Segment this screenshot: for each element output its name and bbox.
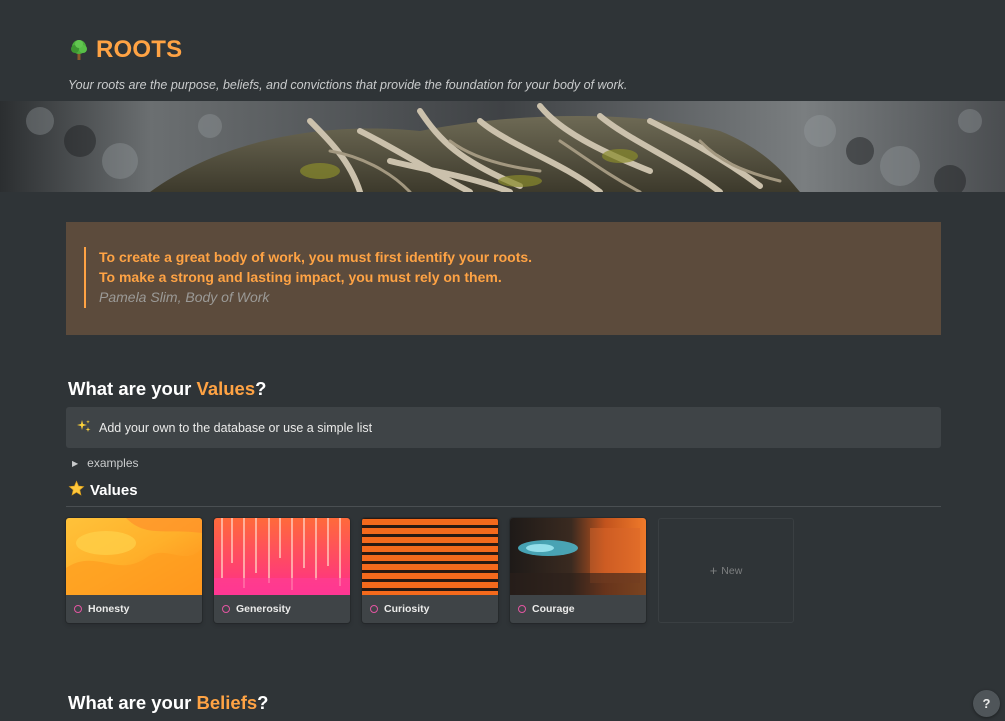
card-label-row: Courage [518,603,575,615]
beliefs-heading-accent: Beliefs [196,692,258,713]
values-heading-accent: Values [196,378,256,399]
card-cover-image [66,518,202,595]
quote-block: To create a great body of work, you must… [84,247,532,308]
toggle-triangle-icon[interactable]: ▶ [72,459,78,468]
examples-toggle[interactable]: ▶ examples [72,456,139,470]
sparkles-icon [77,419,91,436]
card-title[interactable]: Curiosity [384,603,430,615]
plus-icon: + [709,563,718,578]
value-card-curiosity[interactable]: Curiosity [362,518,498,623]
tree-icon[interactable] [68,39,90,61]
quote-line-2: To make a strong and lasting impact, you… [99,269,502,285]
beliefs-heading-prefix: What are your [68,692,197,713]
card-label-row: Generosity [222,603,291,615]
values-heading-suffix: ? [255,378,267,399]
values-database-header: Values [68,480,138,501]
card-cover-image [362,518,498,595]
title-row: ROOTS [68,36,965,64]
card-label-row: Curiosity [370,603,430,615]
database-title[interactable]: Values [90,482,138,499]
status-ring-icon [370,605,378,613]
page-title[interactable]: ROOTS [96,36,182,64]
callout-text: Add your own to the database or use a si… [99,420,373,435]
values-gallery: Honesty Generosity Curiosity Courage + N… [66,518,794,623]
star-icon [68,480,85,501]
new-card-button[interactable]: + New [658,518,794,623]
cover-banner-image [0,101,1005,192]
card-title[interactable]: Generosity [236,603,291,615]
quote-callout: To create a great body of work, you must… [66,222,941,335]
status-ring-icon [74,605,82,613]
page-header: ROOTS Your roots are the purpose, belief… [68,36,965,92]
status-ring-icon [222,605,230,613]
value-card-honesty[interactable]: Honesty [66,518,202,623]
value-card-courage[interactable]: Courage [510,518,646,623]
beliefs-heading: What are your Beliefs? [68,692,268,714]
values-heading-prefix: What are your [68,378,197,399]
page-subtitle: Your roots are the purpose, beliefs, and… [68,78,628,92]
database-divider [66,506,941,507]
quote-line-1: To create a great body of work, you must… [99,249,533,265]
card-label-row: Honesty [74,603,129,615]
new-card-label: New [721,564,743,577]
card-cover-image [510,518,646,595]
card-title[interactable]: Courage [532,603,575,615]
values-heading: What are your Values? [68,378,266,400]
card-title[interactable]: Honesty [88,603,129,615]
value-card-generosity[interactable]: Generosity [214,518,350,623]
toggle-label[interactable]: examples [87,456,138,470]
values-callout: Add your own to the database or use a si… [66,407,941,448]
quote-author: Pamela Slim, Body of Work [99,289,270,305]
beliefs-heading-suffix: ? [257,692,269,713]
card-cover-image [214,518,350,595]
status-ring-icon [518,605,526,613]
help-button[interactable]: ? [973,690,1000,717]
